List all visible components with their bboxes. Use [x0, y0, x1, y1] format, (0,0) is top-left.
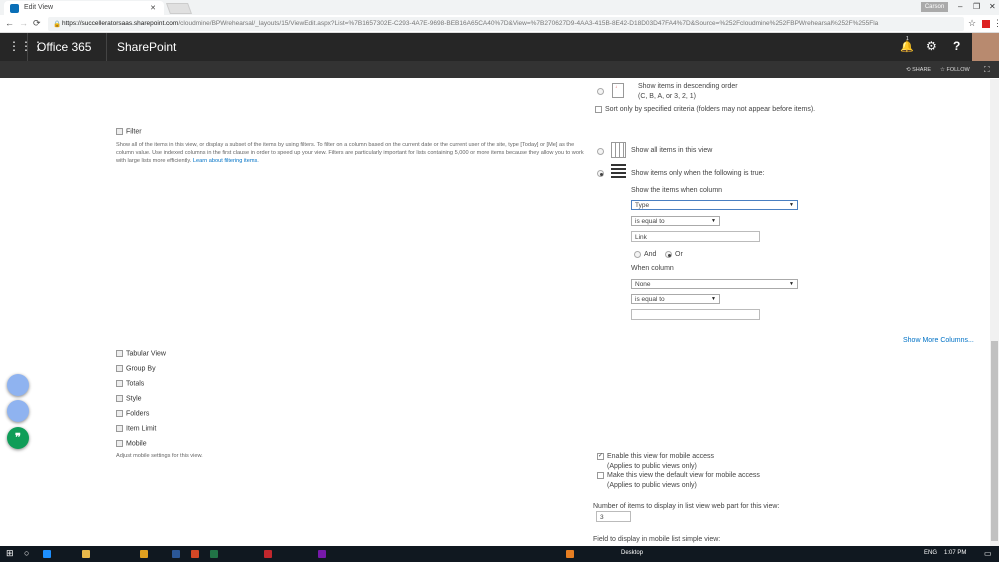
avatar[interactable]: [972, 33, 999, 61]
new-tab-button[interactable]: [165, 3, 193, 14]
filter-column-1-select[interactable]: Type: [631, 200, 798, 210]
browser-tab[interactable]: Edit View ✕: [4, 1, 164, 15]
minimize-icon[interactable]: –: [958, 2, 962, 11]
address-bar-row: ← → ⟳ 🔒 https://succelleratorsaas.sharepo…: [0, 15, 999, 33]
show-more-columns-link[interactable]: Show More Columns...: [903, 337, 974, 344]
or-radio[interactable]: [665, 251, 672, 258]
suite-bar: ⋮⋮⋮ Office 365 SharePoint 🔔 1 ⚙ ?: [0, 33, 999, 61]
browser-tab-bar: Edit View ✕ Carson – ❐ ✕: [0, 0, 999, 15]
lock-icon: 🔒: [53, 21, 62, 28]
menu-icon[interactable]: ⋮: [993, 18, 999, 29]
applies-note-2: (Applies to public views only): [607, 482, 697, 489]
or-label: Or: [675, 251, 683, 258]
filter-value-1-input[interactable]: Link: [631, 231, 760, 242]
edge-icon[interactable]: [43, 550, 51, 558]
descending-order-icon: ↓: [612, 83, 624, 98]
num-items-input[interactable]: 3: [596, 511, 631, 522]
chat-head-avatar[interactable]: [7, 374, 29, 396]
notification-count: 1: [906, 36, 909, 42]
scrollbar-thumb[interactable]: [991, 341, 998, 541]
star-icon[interactable]: ☆: [968, 18, 976, 29]
extension-icon[interactable]: [982, 20, 990, 28]
enable-mobile-checkbox[interactable]: ✓: [597, 453, 604, 460]
action-center-icon[interactable]: ▭: [984, 549, 992, 558]
hangouts-taskbar-icon[interactable]: [566, 550, 574, 558]
section-totals[interactable]: Totals: [116, 380, 144, 387]
sharepoint-icon: [10, 4, 19, 13]
section-item-limit[interactable]: Item Limit: [116, 425, 156, 432]
word-icon[interactable]: [172, 550, 180, 558]
default-mobile-label: Make this view the default view for mobi…: [607, 472, 760, 479]
app-icon[interactable]: [264, 550, 272, 558]
filter-operator-2-select[interactable]: is equal to: [631, 294, 720, 304]
close-window-icon[interactable]: ✕: [989, 2, 996, 11]
clock[interactable]: 1:07 PM: [944, 550, 966, 556]
show-filtered-label: Show items only when the following is tr…: [631, 170, 765, 177]
cortana-icon[interactable]: ○: [24, 548, 29, 558]
show-all-label: Show all items in this view: [631, 147, 713, 154]
explorer-icon[interactable]: [82, 550, 90, 558]
filter-value-2-input[interactable]: [631, 309, 760, 320]
num-items-label: Number of items to display in list view …: [593, 503, 780, 510]
show-all-radio[interactable]: [597, 148, 604, 155]
tab-title: Edit View: [24, 4, 54, 11]
settings-icon[interactable]: ⚙: [926, 39, 937, 53]
show-all-icon: [611, 142, 626, 158]
ribbon: ⟲ SHARE ☆ FOLLOW ⛶: [0, 61, 999, 78]
filter-column-2-select[interactable]: None: [631, 279, 798, 289]
taskbar: ⊞ ○ Desktop ENG 1:07 PM ▭: [0, 546, 999, 562]
section-mobile[interactable]: Mobile: [116, 440, 147, 447]
mobile-field-label: Field to display in mobile list simple v…: [593, 536, 721, 543]
hangouts-icon[interactable]: ❞: [7, 427, 29, 449]
excel-icon[interactable]: [210, 550, 218, 558]
sort-desc-label: Show items in descending order: [638, 83, 738, 90]
sharepoint-link[interactable]: SharePoint: [117, 40, 176, 54]
filter-operator-1-select[interactable]: is equal to: [631, 216, 720, 226]
default-mobile-checkbox[interactable]: [597, 472, 604, 479]
and-radio[interactable]: [634, 251, 641, 258]
sort-desc-sub: (C, B, A, or 3, 2, 1): [638, 93, 696, 100]
section-folders[interactable]: Folders: [116, 410, 149, 417]
desktop-toolbar[interactable]: Desktop: [621, 550, 643, 556]
mobile-description: Adjust mobile settings for this view.: [116, 453, 203, 459]
sort-only-specified-checkbox[interactable]: [595, 106, 602, 113]
focus-icon[interactable]: ⛶: [984, 65, 990, 75]
filter-section-heading[interactable]: Filter: [116, 128, 142, 135]
scrollbar[interactable]: [990, 79, 999, 546]
sort-only-label: Sort only by specified criteria (folders…: [605, 106, 816, 113]
learn-filtering-link[interactable]: Learn about filtering items.: [193, 158, 259, 164]
chat-head-avatar[interactable]: [7, 400, 29, 422]
when-column-2-label: When column: [631, 265, 674, 272]
filter-icon: [611, 164, 626, 178]
office365-link[interactable]: Office 365: [37, 40, 91, 54]
close-tab-icon[interactable]: ✕: [150, 4, 156, 12]
and-label: And: [644, 251, 657, 258]
share-button[interactable]: ⟲ SHARE: [906, 67, 931, 73]
applies-note-1: (Applies to public views only): [607, 463, 697, 470]
forward-icon[interactable]: →: [19, 18, 28, 28]
follow-button[interactable]: ☆ FOLLOW: [940, 67, 970, 73]
reload-icon[interactable]: ⟳: [33, 18, 41, 29]
enable-mobile-label: Enable this view for mobile access: [607, 453, 714, 460]
onenote-icon[interactable]: [318, 550, 326, 558]
windows-start-icon[interactable]: ⊞: [6, 548, 14, 559]
language-indicator[interactable]: ENG: [924, 550, 937, 556]
filter-description: Show all of the items in this view, or d…: [116, 142, 584, 164]
chrome-icon[interactable]: [140, 550, 148, 558]
help-icon[interactable]: ?: [953, 39, 960, 53]
sort-descending-radio[interactable]: [597, 88, 604, 95]
maximize-icon[interactable]: ❐: [973, 2, 980, 11]
back-icon[interactable]: ←: [5, 18, 14, 28]
section-tabular-view[interactable]: Tabular View: [116, 350, 166, 357]
when-column-label: Show the items when column: [631, 187, 723, 194]
profile-name[interactable]: Carson: [921, 2, 948, 12]
section-group-by[interactable]: Group By: [116, 365, 156, 372]
section-style[interactable]: Style: [116, 395, 142, 402]
show-filtered-radio[interactable]: [597, 170, 604, 177]
powerpoint-icon[interactable]: [191, 550, 199, 558]
url-input[interactable]: 🔒 https://succelleratorsaas.sharepoint.co…: [48, 17, 964, 31]
